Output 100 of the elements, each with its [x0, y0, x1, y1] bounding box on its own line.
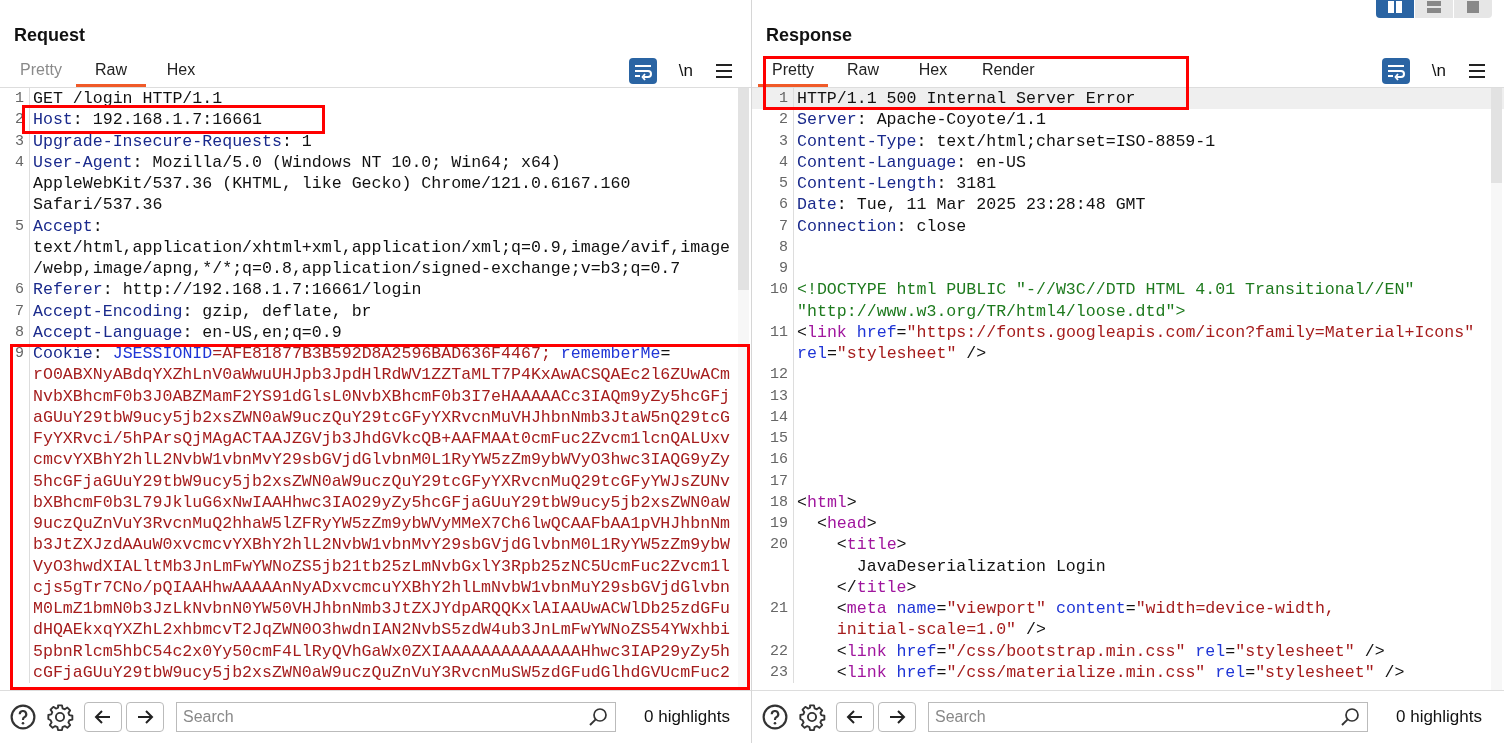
code-text: : Mozilla/5.0 (Windows NT 10.0; Win64; x64)	[132, 152, 561, 172]
header-name: Content-Type	[797, 131, 917, 151]
code-text: :	[92, 344, 103, 363]
header-name: Accept-Language	[33, 322, 183, 342]
help-icon[interactable]	[10, 704, 36, 730]
highlight-count: 0 highlights	[644, 707, 730, 727]
code-text: <	[815, 514, 827, 533]
code-text: : Tue, 11 Mar 2025 23:28:48 GMT	[836, 195, 1146, 215]
line-number: 15	[770, 430, 788, 447]
tab[interactable]: Raw	[76, 55, 146, 87]
tab[interactable]: Hex	[898, 55, 968, 87]
highlight-count: 0 highlights	[1396, 707, 1482, 727]
newline-toggle[interactable]: \n	[678, 61, 693, 81]
word-wrap-icon[interactable]	[1381, 58, 1410, 84]
menu-icon[interactable]	[715, 63, 733, 79]
code-text: =	[660, 344, 671, 363]
tag-name: link	[846, 641, 887, 661]
tag-name: html	[806, 492, 847, 512]
code-text: />	[1025, 620, 1046, 640]
attribute-name: href	[895, 662, 937, 682]
string-value: "/css/materialize.min.css"	[946, 662, 1206, 682]
previous-button[interactable]	[84, 702, 122, 732]
code-text: : 3181	[936, 174, 997, 193]
layout-button[interactable]	[1376, 0, 1414, 18]
scrollbar[interactable]	[1491, 88, 1502, 690]
line-number: 19	[770, 515, 788, 532]
doctype-text: <!DOCTYPE html PUBLIC "-//W3C//DTD HTML 4.01 Transitional//EN"	[797, 280, 1415, 300]
help-icon[interactable]	[762, 704, 788, 730]
header-name: Host	[33, 110, 73, 130]
code-text: AppleWebKit/537.36 (KHTML, like Gecko) Chrome/121.0.6167.160	[33, 174, 631, 193]
attribute-name: rememberMe	[559, 344, 661, 363]
code-text: : 192.168.1.7:16661	[72, 110, 263, 130]
tab[interactable]: Render	[968, 55, 1049, 87]
next-button[interactable]	[878, 702, 916, 732]
string-value: dHQAEkxqYXZhL2xhbmcvT2JqZWN0O3hwdnIAN2NvbS5zdW4ub3JnLmFwYWNoZS54YWxhbi	[33, 620, 731, 640]
search-field[interactable]: Search	[176, 702, 616, 732]
code-text: <	[835, 641, 847, 661]
line-number: 7	[779, 217, 788, 235]
header-name: Accept-Encoding	[33, 301, 183, 321]
line-number: 5	[779, 175, 788, 192]
line-number: 21	[770, 600, 788, 617]
search-icon	[588, 707, 608, 727]
string-value: =AFE81877B3B592D8A2596BAD636F4467;	[212, 344, 551, 363]
settings-icon[interactable]	[46, 703, 74, 731]
code-text: <	[797, 322, 807, 342]
tag-name: head	[826, 514, 867, 533]
code-text: : 1	[281, 131, 312, 151]
tag-name: meta	[846, 599, 887, 618]
line-number: 13	[770, 387, 788, 405]
string-value: "https://fonts.googleapis.com/icon?family=Material+Icons"	[906, 322, 1475, 342]
string-value: 5pbnRlcm5hbC54c2x0Yy50cmF4LlRyQVhGaWx0ZXIAAAAAAAAAAAAAAHhwc3IAP29yZy5h	[33, 641, 731, 661]
tab[interactable]: Hex	[146, 55, 216, 87]
code-text: : gzip, deflate, br	[182, 301, 372, 321]
header-name: Connection	[797, 216, 897, 236]
line-number: 8	[15, 323, 24, 341]
string-value: bXBhcmF0b3L79JkluG6xNwIAAHhwc3IAO29yZy5hcGFjaGUuY29tbW9ucy5jb2xsZWN0aW	[33, 492, 731, 512]
attribute-name: name	[895, 599, 937, 618]
header-name: Content-Language	[797, 152, 957, 172]
attribute-name: rel	[1194, 641, 1226, 661]
previous-button[interactable]	[836, 702, 874, 732]
string-value: "/css/bootstrap.min.css"	[946, 641, 1186, 661]
layout-button[interactable]	[1454, 0, 1492, 18]
tag-name: link	[846, 662, 887, 682]
word-wrap-icon[interactable]	[628, 58, 657, 84]
line-number: 5	[15, 217, 24, 235]
code-text: : close	[896, 216, 967, 236]
string-value: NvbXBhcmF0b3J0ABZMamF2YS91dGlsL0NvbXBhcmF0b3I7eHAAAAACc3IAQm9yZy5hcGFj	[33, 386, 731, 406]
menu-icon[interactable]	[1468, 63, 1486, 79]
header-name: Upgrade-Insecure-Requests	[33, 131, 282, 151]
layout-button[interactable]	[1415, 0, 1453, 18]
pane-title: Request	[13, 24, 85, 47]
code-text: =	[936, 599, 947, 618]
code-text: =	[1225, 641, 1236, 661]
code-text: =	[1245, 662, 1256, 682]
code-text: <	[835, 535, 847, 555]
code-text: <	[797, 492, 807, 512]
line-number: 4	[15, 153, 24, 171]
scrollbar[interactable]	[738, 88, 749, 690]
pane-title: Response	[765, 24, 853, 47]
line-number: 1	[15, 90, 24, 107]
string-value: "stylesheet"	[1235, 641, 1355, 661]
tab[interactable]: Raw	[828, 55, 898, 87]
line-number: 11	[770, 323, 788, 341]
tag-name: title	[846, 535, 897, 555]
string-value: FyYXRvci/5hPArsQjMAgACTAAJZGVjb3JhdGVkcQB+AAFMAAt0cmFuc2Zvcm1lcnQALUxv	[33, 429, 731, 448]
next-button[interactable]	[126, 702, 164, 732]
string-value: "stylesheet"	[836, 344, 957, 363]
code-text: =	[936, 641, 947, 661]
search-field[interactable]: Search	[928, 702, 1368, 732]
header-name: Cookie	[33, 344, 93, 363]
line-number: 14	[770, 408, 788, 426]
code-text: Safari/537.36	[33, 195, 163, 215]
code-text: >	[866, 514, 877, 533]
tag-name: link	[806, 322, 847, 342]
string-value: rO0ABXNyABdqYXZhLnV0aWwuUHJpb3JpdHlRdWV1ZZTaMLT7P4KxAwACSQAEc2l6ZUwACm	[33, 365, 731, 385]
settings-icon[interactable]	[798, 703, 826, 731]
code-text: =	[1125, 599, 1136, 618]
header-name: Content-Length	[797, 174, 937, 193]
newline-toggle[interactable]: \n	[1431, 61, 1446, 81]
attribute-name: href	[895, 641, 937, 661]
